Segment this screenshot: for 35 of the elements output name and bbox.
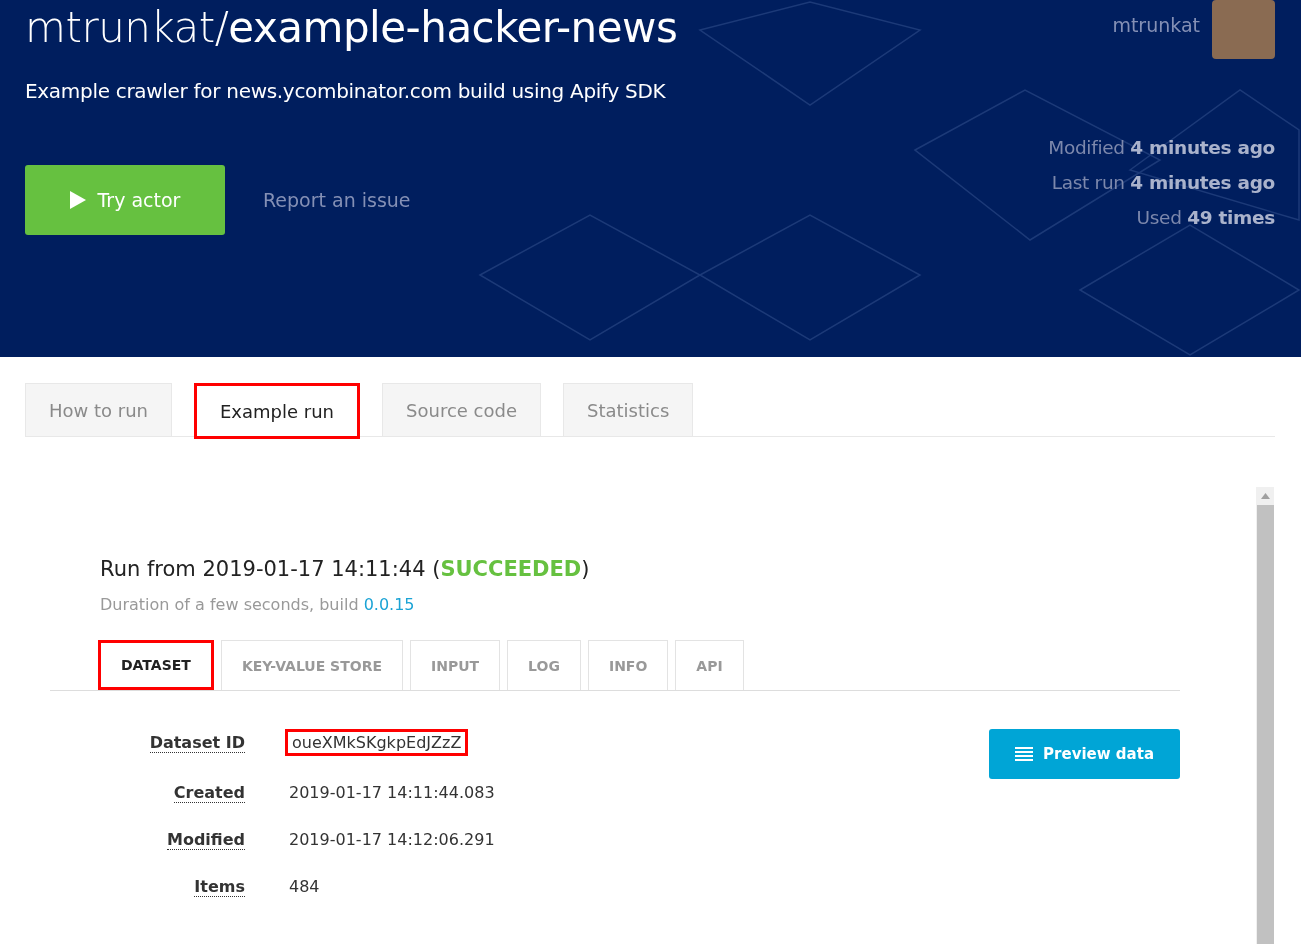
preview-data-button[interactable]: Preview data bbox=[989, 729, 1180, 779]
list-icon bbox=[1015, 747, 1034, 761]
play-icon bbox=[69, 191, 86, 209]
detail-label: Items bbox=[194, 876, 245, 897]
scrollbar[interactable] bbox=[1256, 487, 1274, 944]
detail-value: 2019-01-17 14:11:44.083 bbox=[288, 782, 496, 803]
detail-label: Dataset ID bbox=[149, 732, 245, 753]
storage-tab[interactable]: DATASET bbox=[98, 640, 214, 690]
storage-tab[interactable]: KEY-VALUE STORE bbox=[220, 640, 403, 690]
detail-label: Modified bbox=[167, 829, 245, 850]
tab[interactable]: Example run bbox=[194, 383, 361, 439]
scroll-up-arrow-icon[interactable] bbox=[1260, 493, 1270, 499]
detail-value: 484 bbox=[288, 876, 321, 897]
stat-text: Used 49 times bbox=[1136, 207, 1275, 228]
detail-value: 2019-01-17 14:12:06.291 bbox=[288, 829, 496, 850]
storage-tab[interactable]: API bbox=[675, 640, 744, 690]
try-actor-button[interactable]: Try actor bbox=[25, 165, 225, 235]
username[interactable]: mtrunkat bbox=[1112, 14, 1200, 36]
run-duration: Duration of a few seconds, build 0.0.15 bbox=[100, 595, 416, 614]
tab[interactable]: How to run bbox=[25, 383, 172, 436]
stat-text: Modified 4 minutes ago bbox=[1048, 137, 1275, 158]
actor-title: mtrunkat/example-hacker-news bbox=[25, 2, 678, 54]
storage-tab[interactable]: LOG bbox=[507, 640, 581, 690]
build-link[interactable]: 0.0.15 bbox=[363, 595, 415, 614]
storage-tab[interactable]: INPUT bbox=[410, 640, 501, 690]
report-issue-link[interactable]: Report an issue bbox=[263, 189, 411, 211]
avatar-placeholder[interactable] bbox=[1212, 0, 1275, 59]
run-title: Run from 2019-01-17 14:11:44 (SUCCEEDED) bbox=[100, 557, 591, 581]
tab[interactable]: Source code bbox=[382, 383, 541, 436]
detail-value: oueXMkSKgkpEdJZzZ bbox=[285, 729, 469, 756]
tab[interactable]: Statistics bbox=[563, 383, 694, 436]
actor-description: Example crawler for news.ycombinator.com build using Apify SDK bbox=[25, 79, 667, 103]
stat-text: Last run 4 minutes ago bbox=[1051, 172, 1275, 193]
detail-label: Created bbox=[173, 782, 245, 803]
storage-tab[interactable]: INFO bbox=[587, 640, 669, 690]
